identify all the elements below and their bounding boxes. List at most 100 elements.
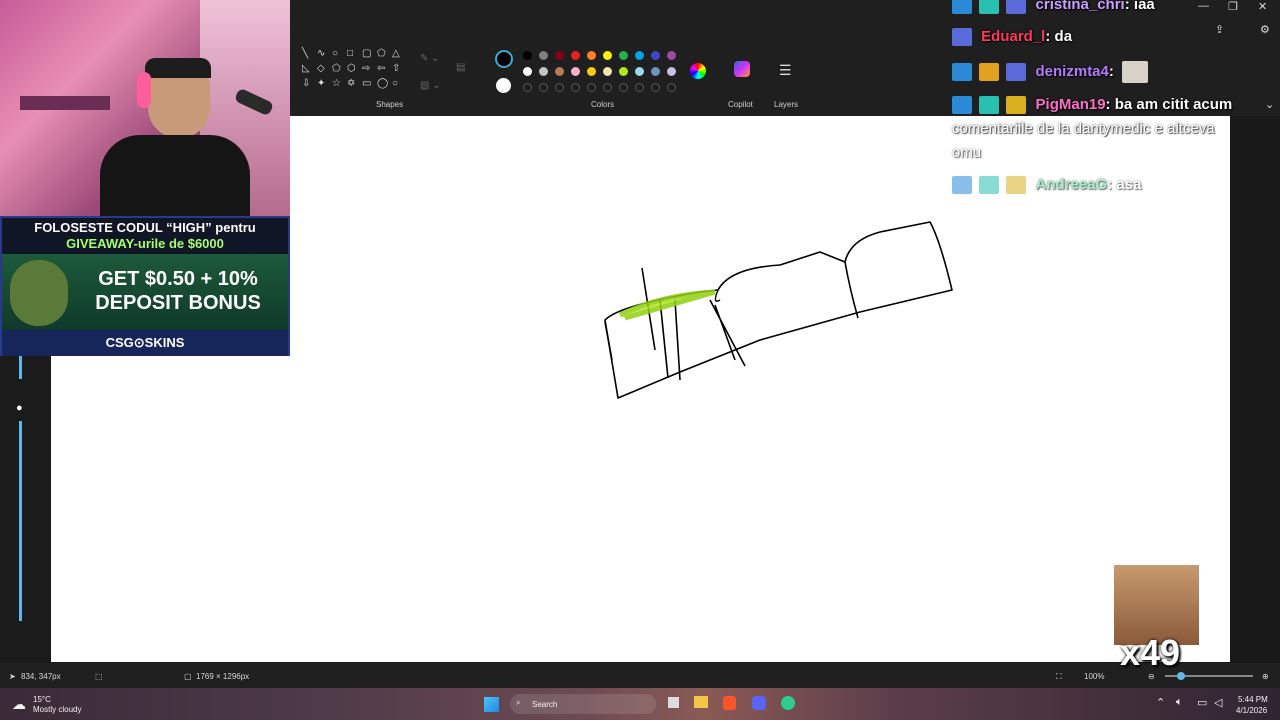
- color-swatch[interactable]: [587, 67, 596, 76]
- minimize-button[interactable]: —: [1198, 0, 1209, 12]
- custom-color-slot[interactable]: [523, 83, 532, 92]
- settings-icon[interactable]: ⚙: [1260, 23, 1270, 36]
- color-swatch[interactable]: [571, 67, 580, 76]
- color-swatch[interactable]: [603, 67, 612, 76]
- layers-icon[interactable]: ☰: [779, 62, 792, 79]
- bonus-line2: DEPOSIT BONUS: [95, 292, 261, 314]
- color-swatch[interactable]: [523, 51, 532, 60]
- triangle-shape-icon[interactable]: △: [392, 48, 400, 59]
- color-swatch[interactable]: [555, 51, 564, 60]
- color-swatch[interactable]: [651, 51, 660, 60]
- rectangle-shape-icon[interactable]: □: [347, 48, 353, 59]
- diamond-shape-icon[interactable]: ◇: [317, 63, 325, 74]
- canvas-size-icon: ▢: [184, 672, 192, 681]
- oval-shape-icon[interactable]: ○: [332, 48, 338, 59]
- polygon-shape-icon[interactable]: ⬠: [377, 48, 386, 59]
- taskbar-search[interactable]: ⌕ Search: [510, 694, 656, 714]
- color-swatch[interactable]: [587, 51, 596, 60]
- five-point-star-shape-icon[interactable]: ☆: [332, 78, 341, 89]
- color-swatch[interactable]: [651, 67, 660, 76]
- color-swatch[interactable]: [635, 51, 644, 60]
- color-swatch[interactable]: [635, 67, 644, 76]
- fill-icon[interactable]: ▧ ⌄: [420, 80, 441, 91]
- outline-icon[interactable]: ✎ ⌄: [420, 53, 440, 64]
- weather-temp[interactable]: 15°C: [33, 695, 51, 704]
- custom-color-slot[interactable]: [539, 83, 548, 92]
- maximize-button[interactable]: ❐: [1228, 0, 1238, 13]
- zoom-in-icon[interactable]: ⊕: [1262, 672, 1269, 681]
- opacity-slider[interactable]: [19, 421, 22, 621]
- weather-desc[interactable]: Mostly cloudy: [33, 705, 81, 714]
- color-swatch[interactable]: [539, 51, 548, 60]
- copilot-label[interactable]: Copilot: [728, 100, 753, 109]
- six-point-star-shape-icon[interactable]: ✡: [347, 78, 355, 89]
- layers-label[interactable]: Layers: [774, 100, 798, 109]
- four-point-star-shape-icon[interactable]: ✦: [317, 78, 325, 89]
- discord-app-icon[interactable]: [752, 696, 766, 710]
- zoom-level[interactable]: 100%: [1084, 672, 1104, 681]
- custom-color-slot[interactable]: [635, 83, 644, 92]
- chat-text: da: [1054, 28, 1073, 45]
- right-triangle-shape-icon[interactable]: ◺: [302, 63, 310, 74]
- custom-color-slot[interactable]: [667, 83, 676, 92]
- custom-color-slot[interactable]: [603, 83, 612, 92]
- color-swatch[interactable]: [667, 51, 676, 60]
- shapes-gallery[interactable]: ╲ ∿ ○ □ ▢ ⬠ △ ◺ ◇ ⬠ ⬡ ⇨ ⇦ ⇧ ⇩ ✦ ☆ ✡ ▭ ◯ …: [302, 48, 402, 94]
- tray-chevron-icon[interactable]: ⌃: [1156, 696, 1165, 709]
- callout-shape-icon[interactable]: ▭: [362, 78, 371, 89]
- chat-message: denizmta4:: [952, 61, 1149, 83]
- weather-icon[interactable]: ☁: [12, 696, 26, 713]
- line-shape-icon[interactable]: ╲: [302, 48, 308, 59]
- clock-date[interactable]: 4/1/2026: [1236, 706, 1267, 715]
- color-swatch[interactable]: [539, 67, 548, 76]
- custom-color-slot[interactable]: [651, 83, 660, 92]
- pentagon-shape-icon[interactable]: ⬠: [332, 63, 341, 74]
- color-swatch[interactable]: [619, 67, 628, 76]
- subscriber-badge-icon: [979, 176, 1000, 195]
- brave-app-icon[interactable]: [723, 696, 736, 710]
- custom-color-slot[interactable]: [555, 83, 564, 92]
- oval-callout-shape-icon[interactable]: ◯: [377, 78, 388, 89]
- subscriber-badge-icon: [979, 96, 1000, 115]
- color1-selector[interactable]: [495, 50, 513, 68]
- custom-color-slot[interactable]: [587, 83, 596, 92]
- file-explorer-app-icon[interactable]: [694, 696, 708, 708]
- chat-user-badge-icon: [1006, 63, 1027, 81]
- collapse-ribbon-icon[interactable]: ⌄: [1265, 98, 1274, 111]
- shape-size-icon[interactable]: ▤: [456, 62, 465, 73]
- color-swatch[interactable]: [619, 51, 628, 60]
- up-arrow-shape-icon[interactable]: ⇧: [392, 63, 400, 74]
- edge-app-icon[interactable]: [781, 696, 795, 710]
- right-arrow-shape-icon[interactable]: ⇨: [362, 63, 370, 74]
- curve-shape-icon[interactable]: ∿: [317, 48, 325, 59]
- clock-time[interactable]: 5:44 PM: [1238, 695, 1268, 704]
- close-button[interactable]: ✕: [1258, 0, 1267, 13]
- fit-to-window-icon[interactable]: ⛶: [1056, 672, 1062, 682]
- shapes-group-label: Shapes: [376, 100, 404, 109]
- color-swatch[interactable]: [571, 51, 580, 60]
- start-button[interactable]: [484, 697, 499, 712]
- color-swatch[interactable]: [667, 67, 676, 76]
- color2-selector[interactable]: [496, 78, 511, 93]
- rounded-rectangle-shape-icon[interactable]: ▢: [362, 48, 371, 59]
- left-arrow-shape-icon[interactable]: ⇦: [377, 63, 385, 74]
- color-swatch[interactable]: [555, 67, 564, 76]
- size-slider-top[interactable]: [19, 355, 22, 379]
- custom-color-slot[interactable]: [619, 83, 628, 92]
- network-icon[interactable]: ▭: [1197, 696, 1207, 709]
- color-swatch[interactable]: [523, 67, 532, 76]
- custom-color-slot[interactable]: [571, 83, 580, 92]
- speaker-icon[interactable]: ◁: [1214, 696, 1222, 709]
- volume-icon[interactable]: 🔈︎: [1176, 696, 1183, 709]
- edit-colors-icon[interactable]: [690, 63, 706, 79]
- taskview-app-icon[interactable]: [668, 697, 679, 708]
- brush-size-panel: ●: [0, 355, 50, 663]
- color-swatch[interactable]: [603, 51, 612, 60]
- down-arrow-shape-icon[interactable]: ⇩: [302, 78, 310, 89]
- hexagon-shape-icon[interactable]: ⬡: [347, 63, 356, 74]
- cloud-callout-shape-icon[interactable]: ○: [392, 78, 398, 89]
- copilot-icon[interactable]: [734, 61, 750, 77]
- share-icon[interactable]: ⇪: [1215, 23, 1224, 36]
- chat-message: cristina_chri: iaa: [952, 0, 1155, 15]
- zoom-slider[interactable]: [1165, 672, 1253, 680]
